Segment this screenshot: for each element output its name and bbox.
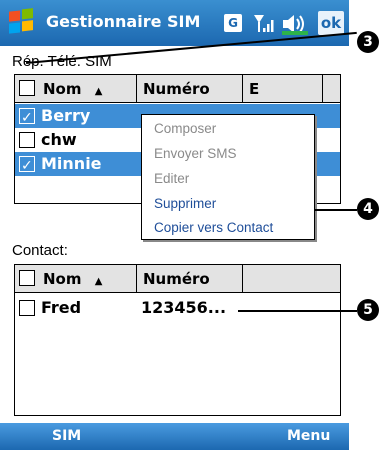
bottom-softkey-bar: SIM Menu bbox=[0, 423, 349, 450]
callout-3: 3 bbox=[357, 31, 379, 53]
contact-name: Minnie bbox=[41, 154, 102, 173]
menu-item-copy-to-contact[interactable]: Copier vers Contact bbox=[154, 220, 273, 235]
menu-softkey[interactable]: Menu bbox=[287, 428, 330, 444]
sim-list-header: Nom ▲ Numéro E bbox=[15, 75, 340, 103]
signal-icon[interactable] bbox=[252, 12, 276, 36]
windows-flag-icon[interactable] bbox=[6, 8, 36, 38]
contact-number: 123456... bbox=[141, 298, 227, 317]
callout-5: 5 bbox=[357, 299, 379, 321]
select-all-checkbox[interactable] bbox=[19, 80, 35, 96]
contact-row-fred[interactable]: Fred 123456... bbox=[15, 296, 340, 320]
context-menu: Composer Envoyer SMS Editer Supprimer Co… bbox=[141, 114, 315, 240]
column-name-label: Nom bbox=[43, 270, 82, 288]
row-checkbox[interactable] bbox=[19, 300, 35, 316]
speaker-icon[interactable] bbox=[280, 12, 310, 36]
callout-4: 4 bbox=[357, 198, 379, 220]
column-header-number[interactable]: Numéro bbox=[137, 265, 243, 293]
column-header-number[interactable]: Numéro bbox=[137, 75, 243, 103]
ok-button[interactable]: ok bbox=[318, 11, 344, 35]
row-checkbox[interactable] bbox=[19, 132, 35, 148]
contact-section-label: Contact: bbox=[12, 242, 68, 259]
menu-item-edit[interactable]: Editer bbox=[154, 171, 189, 186]
callout-4-line bbox=[315, 209, 357, 211]
contact-name: Fred bbox=[41, 298, 82, 317]
select-all-checkbox[interactable] bbox=[19, 270, 35, 286]
menu-item-send-sms[interactable]: Envoyer SMS bbox=[154, 146, 237, 161]
column-name-label: Nom bbox=[43, 80, 82, 98]
row-checkbox[interactable]: ✓ bbox=[19, 156, 35, 174]
checkmark-icon: ✓ bbox=[21, 158, 33, 174]
column-header-e[interactable]: E bbox=[243, 75, 323, 103]
menu-item-delete[interactable]: Supprimer bbox=[154, 196, 216, 211]
contact-list[interactable]: Nom ▲ Numéro Fred 123456... bbox=[14, 264, 341, 416]
column-number-label: Numéro bbox=[143, 80, 210, 98]
column-header-name[interactable]: Nom ▲ bbox=[15, 75, 137, 103]
column-header-name[interactable]: Nom ▲ bbox=[15, 265, 137, 293]
column-e-label: E bbox=[249, 80, 260, 98]
column-number-label: Numéro bbox=[143, 270, 210, 288]
sort-ascending-icon: ▲ bbox=[94, 276, 103, 287]
contact-list-header: Nom ▲ Numéro bbox=[15, 265, 340, 293]
row-checkbox[interactable]: ✓ bbox=[19, 108, 35, 126]
app-title: Gestionnaire SIM bbox=[46, 12, 201, 31]
contact-name: Berry bbox=[41, 106, 91, 125]
g-network-badge: G bbox=[224, 14, 242, 32]
contact-name: chw bbox=[41, 130, 77, 149]
sort-ascending-icon: ▲ bbox=[94, 86, 103, 97]
checkmark-icon: ✓ bbox=[21, 110, 33, 126]
sim-softkey[interactable]: SIM bbox=[52, 428, 81, 444]
callout-5-line bbox=[238, 310, 357, 312]
menu-item-compose[interactable]: Composer bbox=[154, 121, 216, 136]
